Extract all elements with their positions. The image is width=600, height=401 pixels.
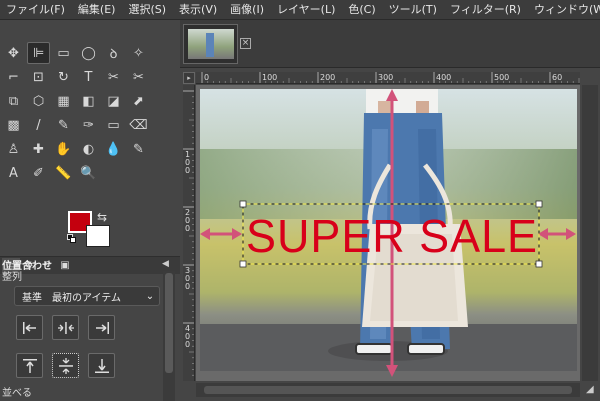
tool-grid: ✥ ⊫ ▭ ◯ ꝺ ✧ ⌐ ⊡ ↻ T ✂ ✂ ⧉ ⬡ ▦ ◧ ◪ ⬈ ▩ / ✎ ✑ ▭ ⌫ ♙ ✚ ✋ ◐ 💧 ✎ A ✐ 📏 🔍 [2,42,177,186]
dock-menu-icon[interactable]: ◀ [162,259,169,269]
ruler-v-label: 0 [185,282,190,291]
menu-item-6[interactable]: 色(C) [342,0,382,19]
align-right-icon [95,321,109,334]
ink-tool-icon[interactable]: ▭ [102,114,125,136]
text-tool-icon[interactable]: A [2,162,25,184]
image-tab-bar: × [180,20,600,68]
reset-colors-icon[interactable] [67,234,77,244]
ellipse-select-tool-icon[interactable]: ◯ [77,42,100,64]
ruler-v-label: 0 [185,340,190,349]
menu-item-2[interactable]: 選択(S) [122,0,173,19]
align-tool-icon[interactable]: ⊫ [27,42,50,64]
ruler-h-label: 500 [494,73,509,82]
perspective-tool-icon[interactable]: ▦ [52,90,75,112]
ruler-h-label: 60 [552,73,562,82]
text-bubble-tool-icon[interactable]: T [77,66,100,88]
color-picker-tool-icon[interactable]: ✐ [27,162,50,184]
background-color-swatch[interactable] [86,225,110,247]
unified-transform-tool-icon[interactable]: ⊡ [27,66,50,88]
align-section-label: 整列 [2,272,22,283]
menu-item-4[interactable]: 画像(I) [224,0,271,19]
navigate-icon[interactable]: ◢ [586,384,594,395]
menu-item-3[interactable]: 表示(V) [173,0,224,19]
super-sale-text-layer[interactable]: SUPER SALE [246,210,538,262]
eraser-tool-icon[interactable]: ⌫ [127,114,150,136]
align-left-icon [22,321,36,334]
ruler-h-label: 200 [320,73,335,82]
paintbrush-tool-icon[interactable]: / [27,114,50,136]
chevron-down-icon: ⌄ [145,290,155,302]
pencil-tool-icon[interactable]: ✎ [52,114,75,136]
align-top-button[interactable] [16,353,43,378]
panel-scrollbar[interactable] [163,271,175,401]
scissors-tool-icon[interactable]: ✂ [127,66,150,88]
rect-select-tool-icon[interactable]: ▭ [52,42,75,64]
empty-slot-4 [152,114,175,136]
bucket-fill-tool-icon[interactable]: ◪ [102,90,125,112]
vertical-ruler: 100200300400 [183,85,195,381]
measure-tool-icon[interactable]: 📏 [52,162,75,184]
warp-tool-icon[interactable]: ⬈ [127,90,150,112]
dodge-tool-icon[interactable]: ◐ [77,138,100,160]
toolbox: ✥ ⊫ ▭ ◯ ꝺ ✧ ⌐ ⊡ ↻ T ✂ ✂ ⧉ ⬡ ▦ ◧ ◪ ⬈ ▩ / ✎ ✑ ▭ ⌫ ♙ ✚ ✋ ◐ 💧 ✎ A ✐ 📏 🔍 ⇆ ▭ ⚙… [0,20,180,401]
empty-slot-3 [152,90,175,112]
canvas-area[interactable]: SUPER SALE [196,85,580,381]
fuzzy-select-tool-icon[interactable]: ✧ [127,42,150,64]
distribute-section-label: 並べる [2,388,32,399]
ruler-h-label: 400 [436,73,451,82]
flip-tool-icon[interactable]: ◧ [77,90,100,112]
ruler-v-label: 0 [185,224,190,233]
align-center-button[interactable] [52,315,79,340]
align-hcenter-icon [57,321,74,334]
warp-transform-tool-icon[interactable]: ✂ [102,66,125,88]
ruler-h-label: 100 [262,73,277,82]
menu-item-1[interactable]: 編集(E) [72,0,123,19]
move-tool-icon[interactable]: ✥ [2,42,25,64]
menu-item-5[interactable]: レイヤー(L) [271,0,342,19]
images-tab-icon[interactable]: ▣ [56,258,74,274]
crop-tool-icon[interactable]: ⌐ [2,66,25,88]
mypaint-brush-tool-icon[interactable]: ✎ [127,138,150,160]
menu-item-8[interactable]: フィルター(R) [444,0,528,19]
menu-item-7[interactable]: ツール(T) [383,0,444,19]
close-icon[interactable]: × [240,38,251,49]
align-bottom-icon [94,358,109,373]
cage-transform-tool-icon[interactable]: ⧉ [2,90,25,112]
clone-tool-icon[interactable]: ♙ [2,138,25,160]
ruler-h-label: 300 [378,73,393,82]
align-top-icon [22,358,37,373]
align-bottom-button[interactable] [88,353,115,378]
align-left-button[interactable] [16,315,43,340]
rotate-tool-icon[interactable]: ↻ [52,66,75,88]
relative-to-select[interactable]: 基準 最初のアイテム ⌄ [14,286,160,306]
ruler-v-label: 0 [185,166,190,175]
empty-slot [152,42,175,64]
airbrush-tool-icon[interactable]: ✑ [77,114,100,136]
swap-colors-icon[interactable]: ⇆ [97,210,107,224]
lasso-tool-icon[interactable]: ꝺ [102,42,125,64]
menu-bar: ファイル(F) 編集(E) 選択(S) 表示(V) 画像(I) レイヤー(L) 色(C) ツー… [0,0,600,20]
vertical-scrollbar[interactable] [582,85,598,381]
image-thumbnail-tab[interactable] [183,24,238,64]
blur-tool-icon[interactable]: 💧 [102,138,125,160]
ruler-h-label: 0 [204,73,209,82]
align-middle-button[interactable] [52,353,79,378]
ruler-corner-toggle[interactable]: ▸ [183,72,195,84]
relative-to-label: 基準 [22,292,42,304]
relative-to-value: 最初のアイテム [52,292,121,304]
3d-transform-tool-icon[interactable]: ⬡ [27,90,50,112]
zoom-tool-icon[interactable]: 🔍 [77,162,100,184]
heal-tool-icon[interactable]: ✚ [27,138,50,160]
menu-item-0[interactable]: ファイル(F) [0,0,72,19]
smudge-tool-icon[interactable]: ✋ [52,138,75,160]
empty-slot-5 [152,138,175,160]
horizontal-scrollbar[interactable] [196,383,580,397]
alignment-overlay: SUPER SALE [200,89,576,377]
empty-slot-2 [152,66,175,88]
gradient-tool-icon[interactable]: ▩ [2,114,25,136]
menu-item-9[interactable]: ウィンドウ(W) [528,0,600,19]
align-vcenter-icon [58,357,73,374]
horizontal-ruler: 0 100 200 300 400 500 60 [196,72,580,84]
align-right-button[interactable] [88,315,115,340]
